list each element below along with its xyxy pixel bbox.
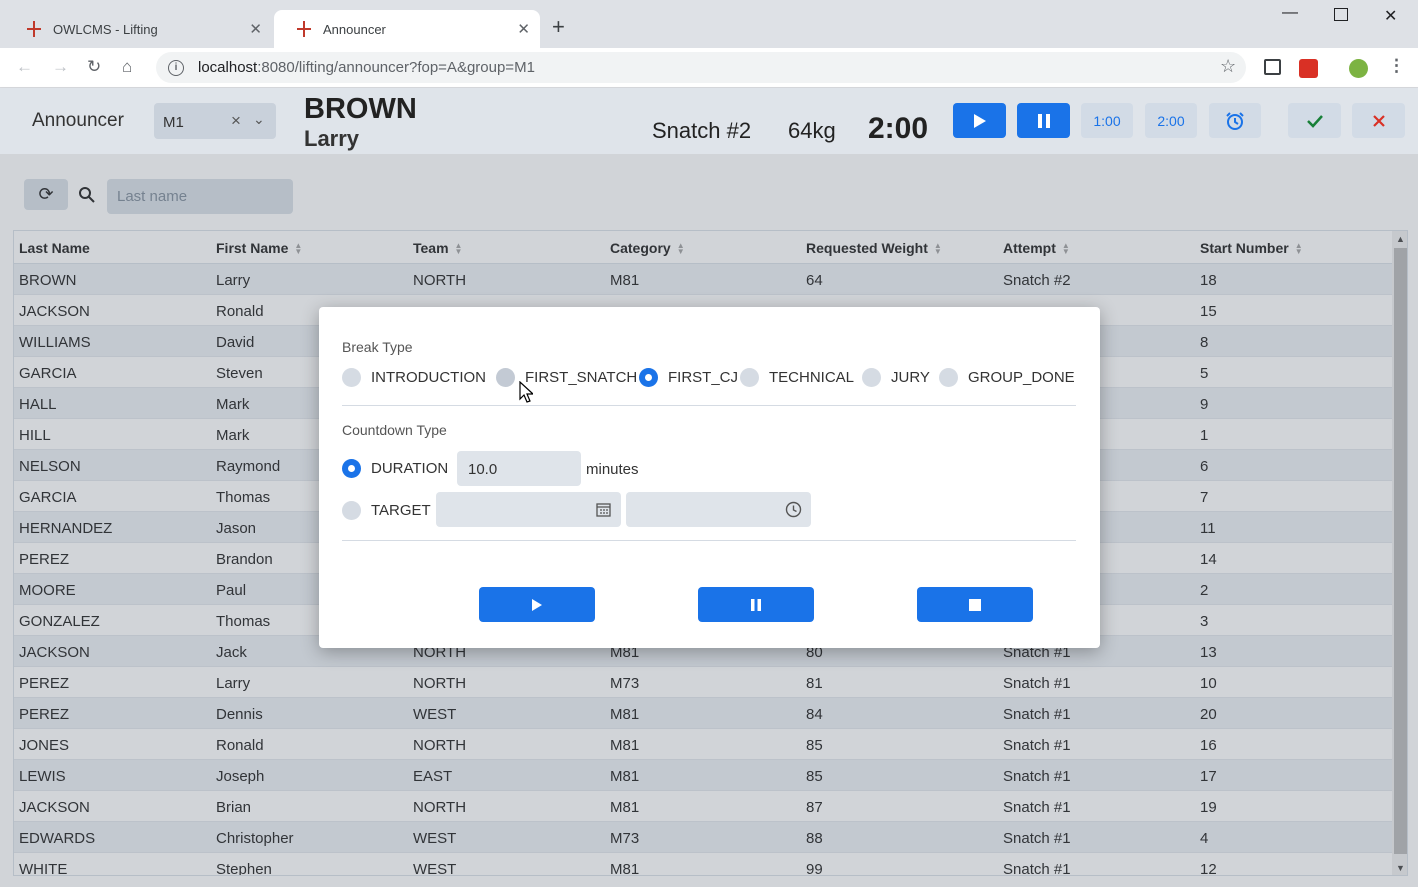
radio-first-cj[interactable]: FIRST_CJ (639, 368, 738, 387)
pause-break-button[interactable] (698, 587, 814, 622)
current-attempt: Snatch #2 (652, 118, 752, 143)
close-tab-icon[interactable]: ✕ (517, 20, 530, 38)
countdown-type-label: Countdown Type (342, 422, 447, 438)
reload-icon[interactable]: ↻ (87, 57, 101, 77)
play-icon (973, 113, 986, 128)
start-clock-button[interactable] (953, 103, 1006, 138)
stop-icon (969, 598, 981, 611)
new-tab-icon[interactable]: + (552, 14, 565, 40)
radio-jury[interactable]: JURY (862, 368, 930, 387)
url-host: localhost (198, 59, 258, 76)
duration-input[interactable]: 10.0 (457, 451, 581, 486)
divider (342, 405, 1076, 406)
duration-unit: minutes (586, 461, 639, 478)
attempt-clock: 2:00 (868, 112, 929, 145)
tab-announcer[interactable]: Announcer ✕ (274, 10, 540, 48)
lastpass-icon[interactable] (1299, 59, 1318, 78)
tab-title: Announcer (323, 21, 386, 37)
bookmark-star-icon[interactable]: ☆ (1220, 56, 1236, 77)
browser-toolbar: ← → ↻ ⌂ i localhost:8080/lifting/announc… (0, 48, 1418, 88)
calendar-icon[interactable] (596, 502, 611, 517)
home-icon[interactable]: ⌂ (122, 57, 132, 77)
requested-weight: 64kg (788, 118, 836, 143)
radio-dot (939, 368, 958, 387)
target-time-picker[interactable] (626, 492, 811, 527)
close-window-icon[interactable]: ✕ (1384, 6, 1397, 26)
radio-duration[interactable]: DURATION (342, 459, 448, 478)
maximize-icon[interactable] (1334, 8, 1348, 21)
group-select-value: M1 (163, 114, 184, 131)
pause-icon (1037, 113, 1050, 128)
reset-1min-button[interactable]: 1:00 (1081, 103, 1133, 138)
browser-tab-bar: OWLCMS - Lifting ✕ Announcer ✕ + — ✕ (0, 0, 1418, 48)
radio-dot-selected (639, 368, 658, 387)
start-break-button[interactable] (479, 587, 595, 622)
profile-avatar-icon[interactable] (1349, 59, 1368, 78)
announcer-header: Announcer M1 × ⌄ BROWN Larry Snatch #2 6… (0, 88, 1418, 154)
owlcms-favicon-icon (296, 21, 312, 37)
owlcms-favicon-icon (26, 21, 42, 37)
radio-dot (862, 368, 881, 387)
reset-2min-button[interactable]: 2:00 (1145, 103, 1197, 138)
break-dialog: Break Type INTRODUCTION FIRST_SNATCH FIR… (319, 307, 1100, 648)
good-lift-button[interactable] (1288, 103, 1341, 138)
screen-capture-icon[interactable] (1264, 59, 1281, 75)
radio-technical[interactable]: TECHNICAL (740, 368, 854, 387)
radio-introduction[interactable]: INTRODUCTION (342, 368, 486, 387)
current-lifter-last-name: BROWN (304, 93, 417, 125)
info-icon[interactable]: i (168, 59, 184, 76)
radio-target[interactable]: TARGET (342, 501, 431, 520)
mouse-cursor-icon (519, 381, 533, 403)
group-select[interactable]: M1 × ⌄ (154, 103, 276, 139)
clear-icon[interactable]: × (231, 111, 241, 131)
break-timer-button[interactable] (1209, 103, 1261, 138)
break-type-label: Break Type (342, 339, 413, 355)
radio-dot (342, 501, 361, 520)
radio-group-done[interactable]: GROUP_DONE (939, 368, 1075, 387)
clock-icon[interactable] (785, 501, 802, 518)
chevron-down-icon[interactable]: ⌄ (253, 111, 265, 128)
menu-dots-icon[interactable]: ⋮ (1388, 56, 1405, 76)
play-icon (532, 598, 542, 611)
radio-dot-selected (342, 459, 361, 478)
checkmark-icon (1306, 114, 1323, 128)
target-date-picker[interactable] (436, 492, 621, 527)
stop-clock-button[interactable] (1017, 103, 1070, 138)
minimize-icon[interactable]: — (1282, 4, 1298, 22)
pause-icon (751, 598, 761, 611)
alarm-clock-icon (1226, 111, 1244, 130)
cross-icon (1372, 114, 1385, 127)
tab-owlcms-lifting[interactable]: OWLCMS - Lifting ✕ (4, 10, 272, 48)
page-title: Announcer (32, 110, 124, 131)
back-icon[interactable]: ← (16, 57, 33, 77)
radio-first-snatch[interactable]: FIRST_SNATCH (496, 368, 637, 387)
forward-icon[interactable]: → (52, 57, 69, 77)
radio-dot (342, 368, 361, 387)
current-lifter-first-name: Larry (304, 126, 360, 151)
radio-dot (740, 368, 759, 387)
radio-dot (496, 368, 515, 387)
tab-title: OWLCMS - Lifting (53, 21, 158, 37)
no-lift-button[interactable] (1352, 103, 1405, 138)
url-path: :8080/lifting/announcer?fop=A&group=M1 (257, 59, 535, 76)
close-tab-icon[interactable]: ✕ (249, 20, 262, 38)
address-bar[interactable]: i localhost:8080/lifting/announcer?fop=A… (156, 52, 1246, 83)
stop-break-button[interactable] (917, 587, 1033, 622)
divider (342, 540, 1076, 541)
